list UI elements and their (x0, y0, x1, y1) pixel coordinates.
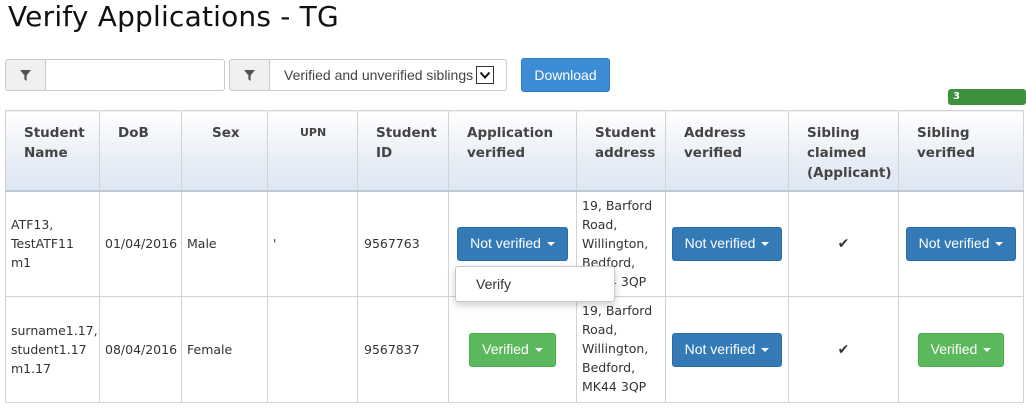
header-address-verified[interactable]: Address verified (665, 110, 789, 192)
student-id-cell: 9567763 (357, 190, 449, 297)
address-verified-label: Not verified (684, 341, 756, 357)
application-verified-label: Not verified (470, 235, 541, 252)
sibling-claimed-cell: ✔ (788, 296, 899, 403)
sibling-filter-group: Verified and unverified siblings (229, 59, 507, 91)
check-icon: ✔ (837, 235, 850, 252)
header-student-name[interactable]: Student Name (5, 110, 100, 192)
sibling-filter-value: Verified and unverified siblings (284, 67, 474, 83)
header-sibling-claimed[interactable]: Sibling claimed (Applicant) (788, 110, 899, 192)
caret-down-icon (761, 241, 770, 246)
sibling-verified-label: Verified (930, 341, 978, 357)
header-dob[interactable]: DoB (99, 110, 182, 192)
verify-menu-item[interactable]: Verify (476, 276, 511, 292)
application-verified-cell: Verified (448, 296, 577, 403)
header-upn[interactable]: UPN (267, 110, 358, 192)
table-header-row: Student Name DoB Sex UPN Student ID Appl… (5, 110, 1024, 192)
header-student-id[interactable]: Student ID (357, 110, 449, 192)
student-count-badge: 3 Student(s) (948, 89, 1026, 118)
caret-down-icon (534, 347, 543, 352)
dob-cell: 01/04/2016 (99, 190, 182, 297)
dob-cell: 08/04/2016 (99, 296, 182, 403)
sibling-verified-dropdown[interactable]: Verified (917, 332, 1005, 367)
applications-table: Student Name DoB Sex UPN Student ID Appl… (5, 110, 1024, 403)
caret-down-icon (761, 347, 770, 352)
table-row: surname1.17, student1.17 m1.17 08/04/201… (5, 296, 1024, 403)
sibling-verified-cell: Not verified (898, 190, 1024, 297)
student-name-cell: surname1.17, student1.17 m1.17 (5, 296, 100, 403)
address-verified-label: Not verified (684, 235, 756, 252)
filter-button[interactable] (5, 59, 45, 91)
chevron-down-icon[interactable] (476, 66, 495, 84)
application-verified-dropdown[interactable]: Verified (469, 332, 556, 367)
address-verified-cell: Not verified (665, 190, 789, 297)
header-sibling-verified[interactable]: Sibling verified (898, 110, 1024, 192)
application-verified-label: Verified (482, 341, 529, 357)
header-sex[interactable]: Sex (181, 110, 268, 192)
text-filter-group (5, 59, 225, 91)
check-icon: ✔ (837, 341, 850, 358)
filter-icon (244, 69, 255, 81)
page-title: Verify Applications - TG (8, 0, 339, 33)
student-name-cell: ATF13, TestATF11 m1 (5, 190, 100, 297)
header-student-address[interactable]: Student address (576, 110, 666, 192)
application-verified-dropdown[interactable]: Not verified (457, 226, 568, 261)
upn-cell: ' (267, 190, 358, 297)
sex-cell: Female (181, 296, 268, 403)
filter-button[interactable] (229, 59, 269, 91)
address-verified-dropdown[interactable]: Not verified (671, 332, 783, 367)
caret-down-icon (546, 241, 555, 246)
sibling-verified-label: Not verified (918, 235, 990, 252)
upn-cell (267, 296, 358, 403)
sex-cell: Male (181, 190, 268, 297)
caret-down-icon (983, 347, 992, 352)
sibling-filter-select[interactable]: Verified and unverified siblings (269, 59, 507, 91)
verify-dropdown-menu: Verify (455, 266, 615, 302)
download-button[interactable]: Download (521, 58, 610, 92)
filter-icon (20, 69, 31, 81)
address-verified-dropdown[interactable]: Not verified (671, 226, 783, 261)
student-id-cell: 9567837 (357, 296, 449, 403)
address-verified-cell: Not verified (665, 296, 789, 403)
student-address-cell: 19, Barford Road, Willington, Bedford, M… (576, 296, 666, 403)
caret-down-icon (995, 241, 1004, 246)
sibling-verified-dropdown[interactable]: Not verified (905, 226, 1017, 261)
header-application-verified[interactable]: Application verified (448, 110, 577, 192)
search-input[interactable] (45, 59, 225, 91)
sibling-claimed-cell: ✔ (788, 190, 899, 297)
sibling-verified-cell: Verified (898, 296, 1024, 403)
